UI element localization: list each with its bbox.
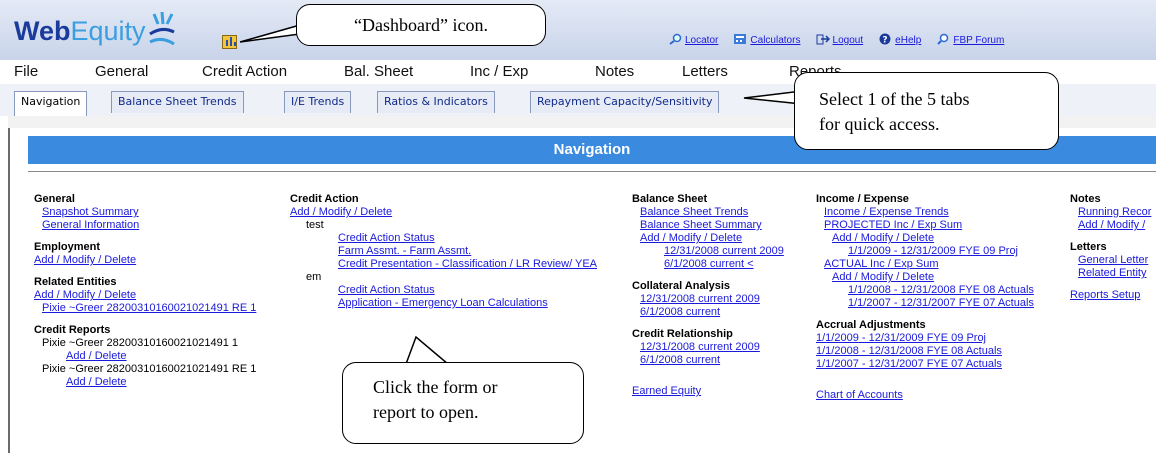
webequity-logo: WebEquity — [14, 16, 146, 46]
projected-item-link[interactable]: 1/1/2009 - 12/31/2009 FYE 09 Proj — [816, 245, 1034, 258]
balance-sheet-date-link[interactable]: 12/31/2008 current 2009 — [632, 245, 784, 258]
svg-text:?: ? — [883, 36, 888, 46]
related-entity-letter-link[interactable]: Related Entity — [1070, 267, 1151, 280]
menu-general[interactable]: General — [95, 63, 148, 80]
app-header: WebEquity Locator Calculators Logout ? eH… — [0, 0, 1156, 60]
ehelp-link[interactable]: ? eHelp — [878, 33, 921, 46]
balance-sheet-trends-link[interactable]: Balance Sheet Trends — [632, 206, 784, 219]
dashboard-icon[interactable] — [222, 35, 237, 49]
menu-file[interactable]: File — [14, 63, 38, 80]
letters-heading: Letters — [1070, 241, 1107, 253]
credit-report-1-add-link[interactable]: Add / Delete — [34, 350, 256, 363]
magnifier-icon — [669, 33, 682, 45]
income-expense-column: Income / Expense Income / Expense Trends… — [816, 193, 1034, 402]
credit-report-2-add-link[interactable]: Add / Delete — [34, 376, 256, 389]
credit-report-1-label: Pixie ~Greer 28200310160021021491 1 — [42, 337, 239, 349]
tabs-callout: Select 1 of the 5 tabs for quick access. — [794, 72, 1059, 150]
tab-ratios-indicators[interactable]: Ratios & Indicators — [377, 91, 495, 113]
snapshot-summary-link[interactable]: Snapshot Summary — [34, 206, 256, 219]
credit-action-group-test: test — [306, 219, 324, 231]
credit-action-heading: Credit Action — [290, 193, 359, 205]
menu-inc-exp[interactable]: Inc / Exp — [470, 63, 528, 80]
balance-sheet-add-link[interactable]: Add / Modify / Delete — [632, 232, 784, 245]
form-callout: Click the form or report to open. — [342, 362, 584, 444]
employment-add-link[interactable]: Add / Modify / Delete — [34, 254, 256, 267]
balance-sheet-heading: Balance Sheet — [632, 193, 708, 205]
collateral-date-link[interactable]: 6/1/2008 current — [632, 306, 784, 319]
related-entities-heading: Related Entities — [34, 276, 117, 288]
credit-action-group-em: em — [306, 271, 322, 283]
dashboard-callout: “Dashboard” icon. — [296, 4, 546, 46]
chart-of-accounts-link[interactable]: Chart of Accounts — [816, 389, 1034, 402]
balance-sheet-column: Balance Sheet Balance Sheet Trends Balan… — [632, 193, 784, 398]
credit-reports-heading: Credit Reports — [34, 324, 111, 336]
projected-inc-exp-link[interactable]: PROJECTED Inc / Exp Sum — [816, 219, 1034, 232]
actual-add-link[interactable]: Add / Modify / Delete — [816, 271, 1034, 284]
credit-action-column: Credit Action Add / Modify / Delete test… — [290, 193, 597, 310]
menu-bal-sheet[interactable]: Bal. Sheet — [344, 63, 413, 80]
tab-ie-trends[interactable]: I/E Trends — [284, 91, 352, 113]
related-entity-item-link[interactable]: Pixie ~Greer 28200310160021021491 RE 1 — [34, 302, 256, 315]
top-links: Locator Calculators Logout ? eHelp FBP Fo… — [668, 33, 1016, 49]
notes-heading: Notes — [1070, 193, 1101, 205]
earned-equity-link[interactable]: Earned Equity — [632, 385, 784, 398]
income-expense-heading: Income / Expense — [816, 193, 909, 205]
tab-navigation[interactable]: Navigation — [14, 91, 88, 116]
collateral-date-link[interactable]: 12/31/2008 current 2009 — [632, 293, 784, 306]
accrual-adjustments-heading: Accrual Adjustments — [816, 319, 926, 331]
credit-report-2-label: Pixie ~Greer 28200310160021021491 RE 1 — [42, 363, 257, 375]
credit-relationship-heading: Credit Relationship — [632, 328, 733, 340]
fbp-forum-link[interactable]: FBP Forum — [936, 33, 1004, 46]
running-record-link[interactable]: Running Recor — [1070, 206, 1151, 219]
calculator-icon — [734, 34, 747, 44]
related-entities-add-link[interactable]: Add / Modify / Delete — [34, 289, 256, 302]
forum-icon — [937, 33, 949, 45]
menu-credit-action[interactable]: Credit Action — [202, 63, 287, 80]
accrual-link[interactable]: 1/1/2007 - 12/31/2007 FYE 07 Actuals — [816, 358, 1034, 371]
balance-sheet-date-link[interactable]: 6/1/2008 current < — [632, 258, 784, 271]
general-letter-link[interactable]: General Letter — [1070, 254, 1151, 267]
locator-link[interactable]: Locator — [668, 33, 718, 46]
divider — [28, 171, 1156, 172]
collateral-analysis-heading: Collateral Analysis — [632, 280, 731, 292]
logout-icon — [816, 34, 830, 45]
tab-balance-sheet-trends[interactable]: Balance Sheet Trends — [111, 91, 244, 113]
general-information-link[interactable]: General Information — [34, 219, 256, 232]
credit-action-add-link[interactable]: Add / Modify / Delete — [290, 206, 597, 219]
credit-relationship-date-link[interactable]: 12/31/2008 current 2009 — [632, 341, 784, 354]
notes-column: Notes Running Recor Add / Modify / Lette… — [1070, 193, 1151, 302]
menu-notes[interactable]: Notes — [595, 63, 634, 80]
emergency-loan-calculations-link[interactable]: Application - Emergency Loan Calculation… — [290, 297, 597, 310]
credit-relationship-date-link[interactable]: 6/1/2008 current — [632, 354, 784, 367]
credit-presentation-link[interactable]: Credit Presentation - Classification / L… — [290, 258, 597, 271]
calculators-link[interactable]: Calculators — [733, 33, 800, 46]
income-expense-trends-link[interactable]: Income / Expense Trends — [816, 206, 1034, 219]
general-heading: General — [34, 193, 75, 205]
help-icon: ? — [879, 33, 891, 46]
reports-setup-link[interactable]: Reports Setup — [1070, 289, 1151, 302]
accrual-link[interactable]: 1/1/2009 - 12/31/2009 FYE 09 Proj — [816, 332, 1034, 345]
actual-item-link[interactable]: 1/1/2007 - 12/31/2007 FYE 07 Actuals — [816, 297, 1034, 310]
employment-heading: Employment — [34, 241, 101, 253]
logout-link[interactable]: Logout — [816, 33, 863, 46]
farm-assmt-link[interactable]: Farm Assmt. - Farm Assmt. — [290, 245, 597, 258]
balance-sheet-summary-link[interactable]: Balance Sheet Summary — [632, 219, 784, 232]
notes-add-link[interactable]: Add / Modify / — [1070, 219, 1151, 232]
tab-repayment-capacity[interactable]: Repayment Capacity/Sensitivity — [530, 91, 720, 113]
general-column: General Snapshot Summary General Informa… — [34, 193, 256, 389]
credit-action-status-em-link[interactable]: Credit Action Status — [290, 284, 597, 297]
logo-swoosh-icon — [149, 12, 175, 46]
accrual-link[interactable]: 1/1/2008 - 12/31/2008 FYE 08 Actuals — [816, 345, 1034, 358]
menu-letters[interactable]: Letters — [682, 63, 728, 80]
actual-item-link[interactable]: 1/1/2008 - 12/31/2008 FYE 08 Actuals — [816, 284, 1034, 297]
actual-inc-exp-link[interactable]: ACTUAL Inc / Exp Sum — [816, 258, 1034, 271]
projected-add-link[interactable]: Add / Modify / Delete — [816, 232, 1034, 245]
credit-action-status-link[interactable]: Credit Action Status — [290, 232, 597, 245]
